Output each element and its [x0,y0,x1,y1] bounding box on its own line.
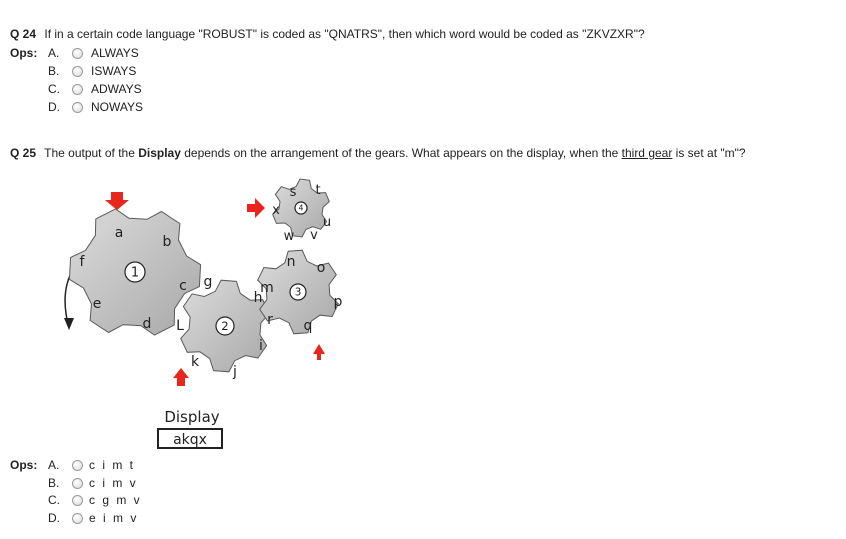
option-text: c g m v [89,493,142,507]
radio-button[interactable] [72,459,83,471]
radio-button[interactable] [72,512,83,524]
option-d[interactable]: D. e i m v [48,510,138,526]
option-c[interactable]: C. c g m v [48,492,142,508]
option-letter: A. [48,46,60,60]
arrow-right-icon [247,198,265,218]
option-letter: A. [48,458,60,472]
option-letter: B. [48,476,60,490]
question-number: Q 25 [10,146,37,160]
option-a[interactable]: A. ALWAYS [48,45,139,61]
option-a[interactable]: A. c i m t [48,457,135,473]
arrow-up-icon [173,368,189,386]
gear-letter: o [317,260,326,276]
gear-letter: r [267,312,273,328]
radio-button[interactable] [72,83,83,95]
gear-letter: i [259,338,263,354]
option-letter: C. [48,493,60,507]
gear-letter: p [334,294,343,310]
option-letter: D. [48,100,60,114]
text-part: depends on the arrangement of the gears.… [180,146,622,160]
question-25: Q 25 The output of the Display depends o… [10,146,746,160]
option-text: e i m v [89,511,139,525]
gear-4: 4s t uvwx [272,178,331,244]
gear-number: 2 [221,319,228,333]
gear-letter: m [260,280,274,296]
option-text: NOWAYS [91,100,144,114]
gear-letter: x [272,203,280,218]
option-text: ADWAYS [91,82,142,96]
gear-letter: t [315,183,320,198]
option-letter: C. [48,82,60,96]
gear-letter: g [204,274,213,290]
option-text: ALWAYS [91,46,139,60]
radio-button[interactable] [72,65,83,77]
option-text: c i m t [89,458,135,472]
arrow-down-icon [105,192,129,210]
option-letter: B. [48,64,60,78]
gear-letter: b [163,234,172,250]
gear-letter: d [143,316,152,332]
option-text: ISWAYS [91,64,137,78]
rotation-arrowhead [64,318,74,330]
radio-button[interactable] [72,47,83,59]
gear-3: 3 mn o p q r [257,249,343,335]
question-text: The output of the Display depends on the… [44,146,745,160]
gear-letter: s [290,185,297,200]
question-text: If in a certain code language "ROBUST" i… [44,27,645,41]
gear-letter: w [284,229,295,244]
radio-button[interactable] [72,477,83,489]
display-value: akqx [173,432,207,448]
text-part: The output of the [44,146,139,160]
text-underlined: third gear [621,146,673,160]
question-number: Q 24 [10,27,37,41]
text-part: is set at "m"? [672,146,746,160]
radio-button[interactable] [72,101,83,113]
arrow-up-icon [313,344,325,360]
gear-number: 4 [299,204,304,213]
gear-letter: L [176,318,184,334]
gear-letter: n [287,254,296,270]
option-letter: D. [48,511,60,525]
option-b[interactable]: B. ISWAYS [48,63,136,79]
radio-button[interactable] [72,494,83,506]
gear-letter: c [179,278,187,294]
option-d[interactable]: D. NOWAYS [48,99,143,115]
gear-letter: v [310,228,318,243]
gear-letter: a [115,225,124,241]
option-text: c i m v [89,476,138,490]
gear-1: 1abcdef [68,208,202,336]
gears-figure: 1abcdef 2ghijkL 3mn opqr 4s tuvwx Display … [64,178,343,449]
gear-number: 1 [131,266,139,281]
option-c[interactable]: C. ADWAYS [48,81,142,97]
gear-number: 3 [295,287,302,299]
gear-letter: u [323,215,331,230]
display-label: Display [164,408,219,426]
ops-label: Ops: [10,46,38,60]
text-bold: Display [138,146,181,160]
gear-letter: q [304,318,313,334]
gear-letter: j [232,364,237,380]
gear-letter: e [93,296,102,312]
question-24: Q 24 If in a certain code language "ROBU… [10,27,645,41]
gear-letter: k [191,354,200,370]
ops-label: Ops: [10,458,38,472]
option-b[interactable]: B. c i m v [48,475,138,491]
